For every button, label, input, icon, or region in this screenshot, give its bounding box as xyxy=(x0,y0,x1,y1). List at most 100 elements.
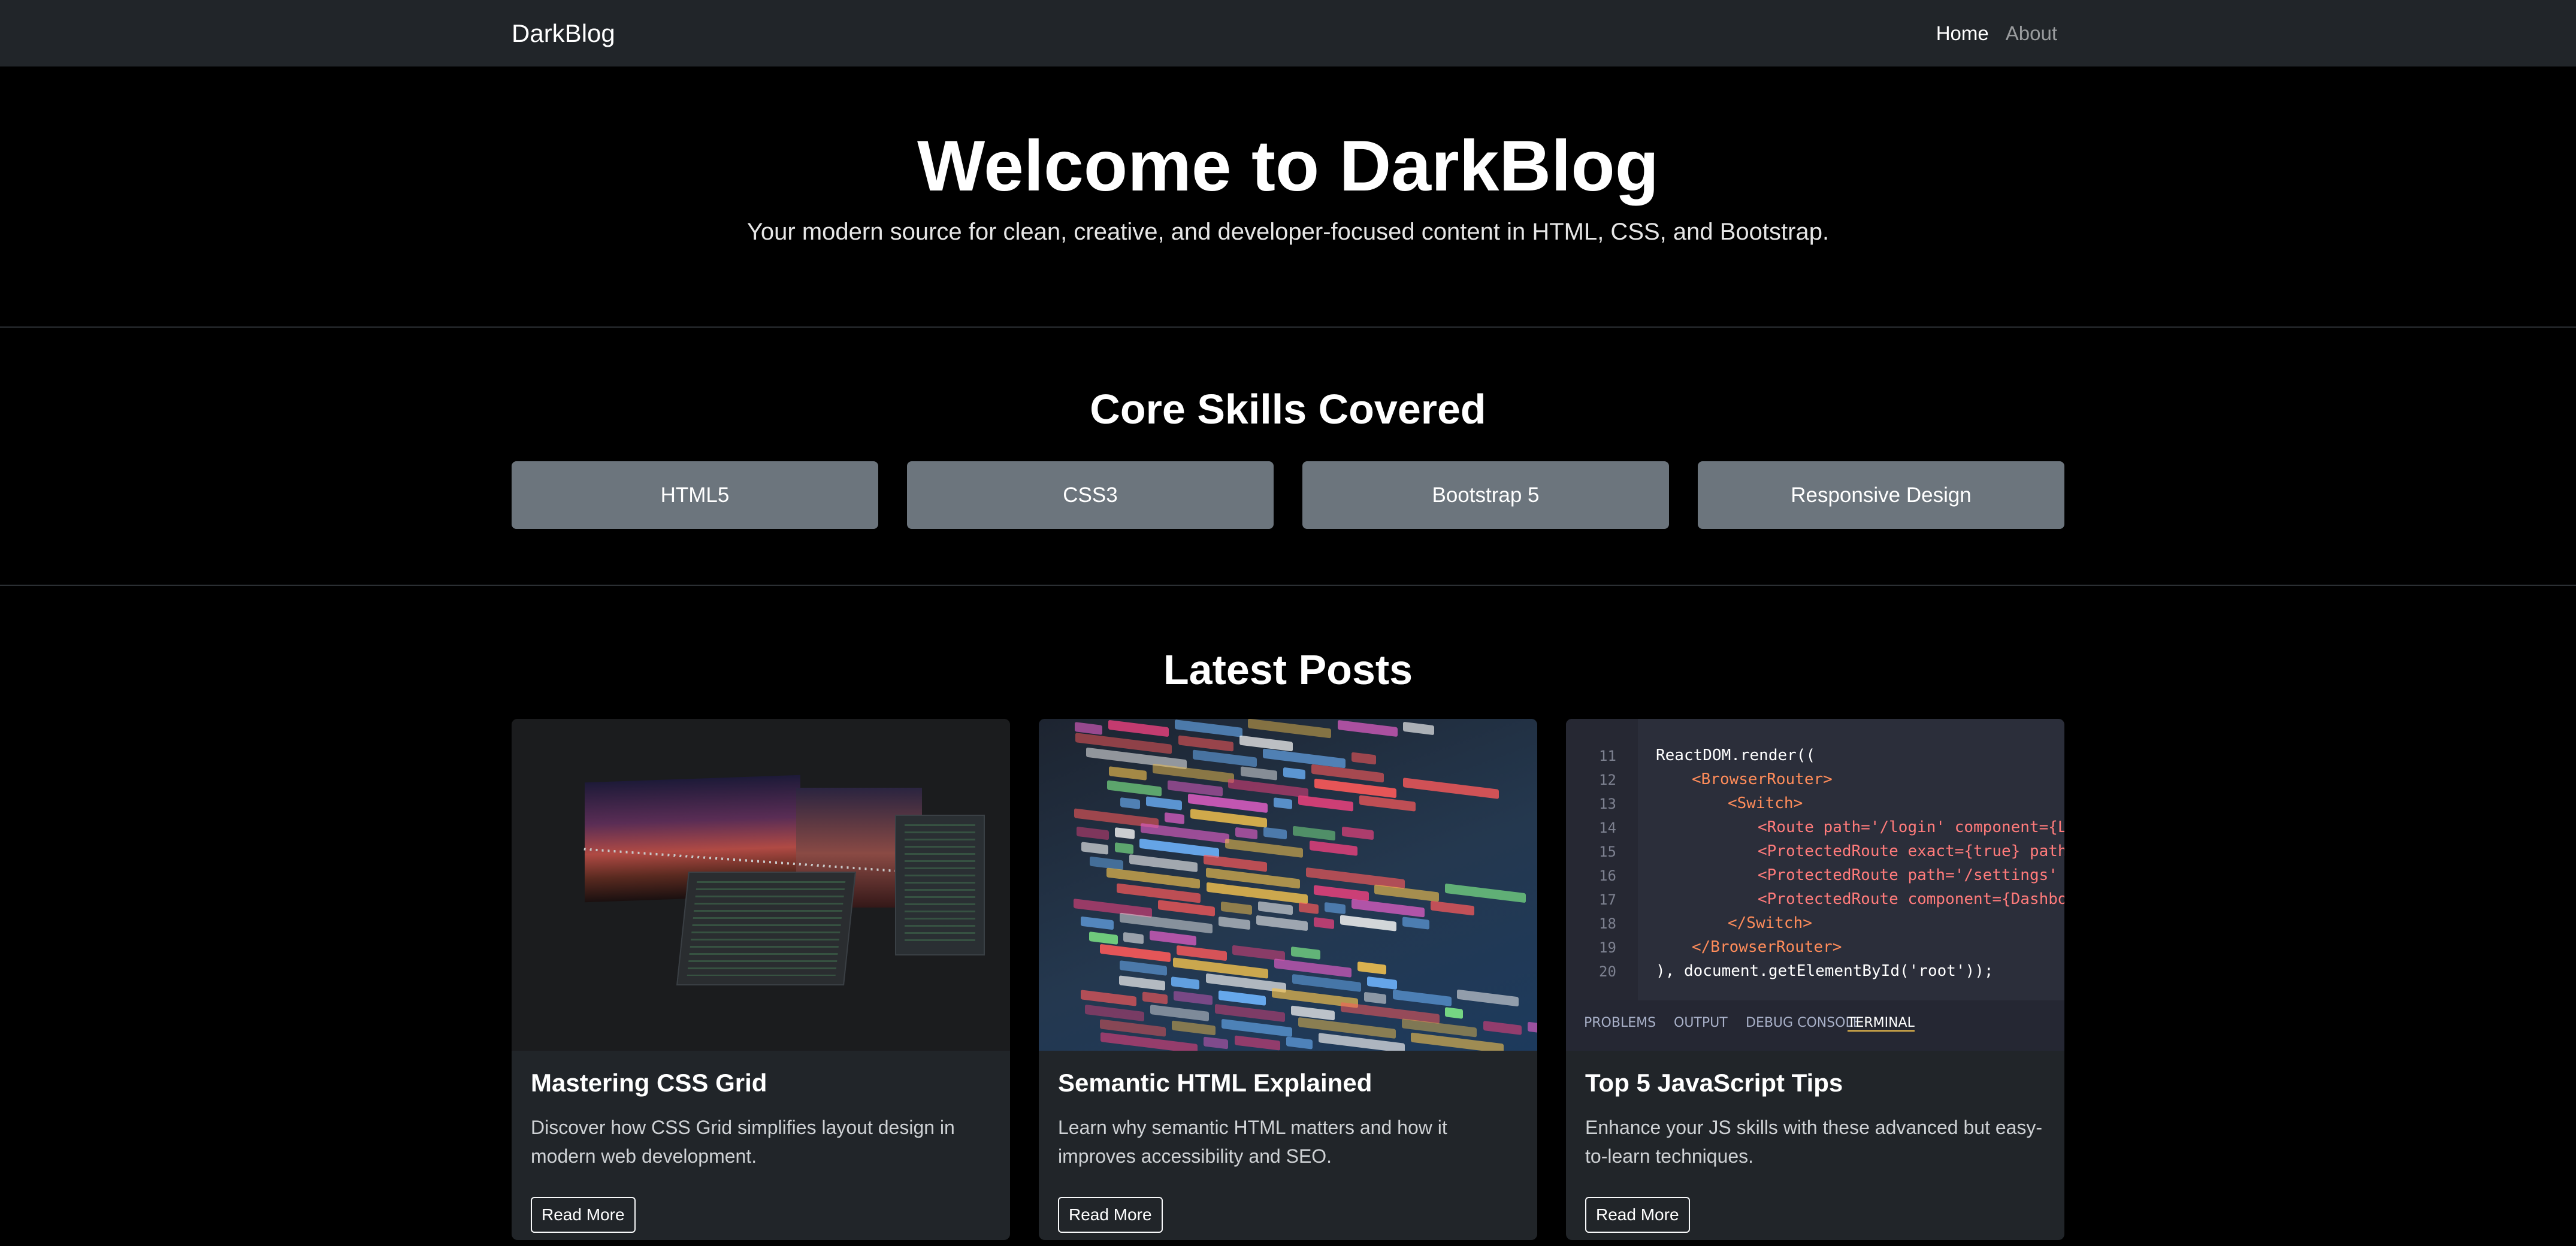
post-card: 11 ReactDOM.render((12 <BrowserRouter> 13 <S… xyxy=(1566,719,2064,1240)
code-token xyxy=(1402,917,1429,930)
editor-panel-tab: TERMINAL xyxy=(1848,1015,1915,1032)
code-token xyxy=(1174,719,1242,737)
code-token xyxy=(1445,1007,1464,1019)
code-token xyxy=(1081,842,1109,855)
code-token xyxy=(1309,840,1358,856)
post-excerpt: Enhance your JS skills with these advanc… xyxy=(1585,1117,2043,1167)
code-token xyxy=(1218,916,1250,930)
hero-subtitle: Your modern source for clean, creative, … xyxy=(746,219,1830,245)
code-token xyxy=(1274,797,1293,809)
editor-line-number: 20 xyxy=(1599,963,1616,980)
code-token xyxy=(1190,809,1267,828)
code-token xyxy=(1106,780,1162,797)
skills-title: Core Skills Covered xyxy=(1090,386,1486,433)
code-token xyxy=(1298,902,1319,915)
code-token xyxy=(1234,1035,1280,1051)
code-token xyxy=(1235,827,1258,840)
editor-line-number: 16 xyxy=(1599,867,1616,884)
posts-title: Latest Posts xyxy=(1163,646,1413,693)
code-token xyxy=(1340,1002,1440,1024)
code-token xyxy=(1290,946,1320,960)
code-token xyxy=(1364,991,1387,1005)
code-token xyxy=(1145,796,1183,810)
post-card: Semantic HTML Explained Learn why semant… xyxy=(1039,719,1537,1240)
editor-line-number: 17 xyxy=(1599,891,1616,908)
nav-link-home[interactable]: Home xyxy=(1936,22,1989,45)
editor-line-number: 15 xyxy=(1599,843,1616,860)
skills-section: Core Skills Covered HTML5 CSS3 Bootstrap… xyxy=(0,328,2576,586)
code-token xyxy=(1171,976,1200,990)
code-token xyxy=(1114,827,1135,840)
code-token xyxy=(1248,719,1332,739)
code-token xyxy=(1157,900,1216,917)
code-token xyxy=(1457,989,1519,1007)
code-token xyxy=(1403,721,1435,736)
code-token xyxy=(1089,932,1118,945)
editor-line-number: 11 xyxy=(1599,748,1616,764)
code-token xyxy=(1286,1036,1313,1050)
code-token xyxy=(1359,795,1416,812)
post-image-code[interactable] xyxy=(1039,719,1537,1051)
code-token xyxy=(1119,975,1166,991)
post-excerpt: Learn why semantic HTML matters and how … xyxy=(1058,1117,1447,1167)
navbar: DarkBlog Home About xyxy=(0,0,2576,66)
read-more-button[interactable]: Read More xyxy=(1585,1197,1690,1233)
skill-badge-html5: HTML5 xyxy=(512,461,878,529)
card-body: Semantic HTML Explained Learn why semant… xyxy=(1058,1069,1518,1171)
code-token xyxy=(1099,943,1171,963)
post-image-desk[interactable] xyxy=(512,719,1010,1051)
code-token xyxy=(1142,991,1168,1005)
code-token xyxy=(1483,1021,1522,1035)
editor-line-number: 18 xyxy=(1599,915,1616,932)
code-token xyxy=(1164,812,1185,825)
code-token xyxy=(1351,899,1425,918)
code-token xyxy=(1178,735,1233,752)
editor-panel-tab: PROBLEMS xyxy=(1584,1015,1656,1030)
editor-code-line: <Route path='/login' component={Login} /… xyxy=(1758,818,2064,836)
skill-badge-bootstrap: Bootstrap 5 xyxy=(1302,461,1669,529)
hero-section: Welcome to DarkBlog Your modern source f… xyxy=(0,66,2576,328)
code-token xyxy=(1225,838,1304,858)
editor-code-line: <ProtectedRoute path='/settings' compone… xyxy=(1758,866,2064,884)
code-token xyxy=(1240,766,1277,781)
editor-line-number: 12 xyxy=(1599,772,1616,788)
code-token xyxy=(1129,854,1198,873)
code-token xyxy=(1204,1036,1229,1050)
skills-row: HTML5 CSS3 Bootstrap 5 Responsive Design xyxy=(512,461,2064,529)
editor-panel-tab: DEBUG CONSOLE xyxy=(1746,1015,1861,1030)
editor-code-line: <ProtectedRoute component={Dashboard} /> xyxy=(1758,890,2064,908)
editor-panel-tab: OUTPUT xyxy=(1674,1015,1728,1030)
posts-section: Latest Posts Mastering CSS Grid Discover… xyxy=(0,586,2576,1246)
editor-code-line: ReactDOM.render(( xyxy=(1656,746,1816,764)
code-token xyxy=(1402,778,1499,799)
read-more-button[interactable]: Read More xyxy=(1058,1197,1163,1233)
card-body: Top 5 JavaScript Tips Enhance your JS sk… xyxy=(1585,1069,2045,1171)
code-token xyxy=(1293,825,1336,841)
editor-code-line: ), document.getElementById('root')); xyxy=(1656,962,1994,980)
code-token xyxy=(1119,912,1213,934)
code-token xyxy=(1257,901,1293,915)
hero-title: Welcome to DarkBlog xyxy=(917,126,1659,206)
skill-badge-responsive: Responsive Design xyxy=(1698,461,2064,529)
code-token xyxy=(1228,778,1309,799)
code-token xyxy=(1262,748,1346,769)
code-token xyxy=(1283,767,1305,780)
editor-line-number: 19 xyxy=(1599,939,1616,956)
code-token xyxy=(1274,958,1352,978)
nav-link-about[interactable]: About xyxy=(2006,22,2057,45)
nav-links: Home About xyxy=(1936,22,2057,45)
code-token xyxy=(1174,991,1213,1005)
code-token xyxy=(1392,990,1452,1006)
post-image-editor[interactable]: 11 ReactDOM.render((12 <BrowserRouter> 13 <S… xyxy=(1566,719,2064,1051)
code-token xyxy=(1367,976,1397,990)
post-title: Top 5 JavaScript Tips xyxy=(1585,1069,1843,1097)
code-token xyxy=(1337,719,1398,737)
brand-link[interactable]: DarkBlog xyxy=(512,19,615,48)
code-token xyxy=(1298,1017,1396,1039)
code-token xyxy=(1445,883,1526,903)
post-cards: Mastering CSS Grid Discover how CSS Grid… xyxy=(512,719,2064,1240)
code-token xyxy=(1352,752,1377,765)
read-more-button[interactable]: Read More xyxy=(531,1197,636,1233)
code-token xyxy=(1114,842,1133,854)
code-token xyxy=(1341,826,1374,840)
